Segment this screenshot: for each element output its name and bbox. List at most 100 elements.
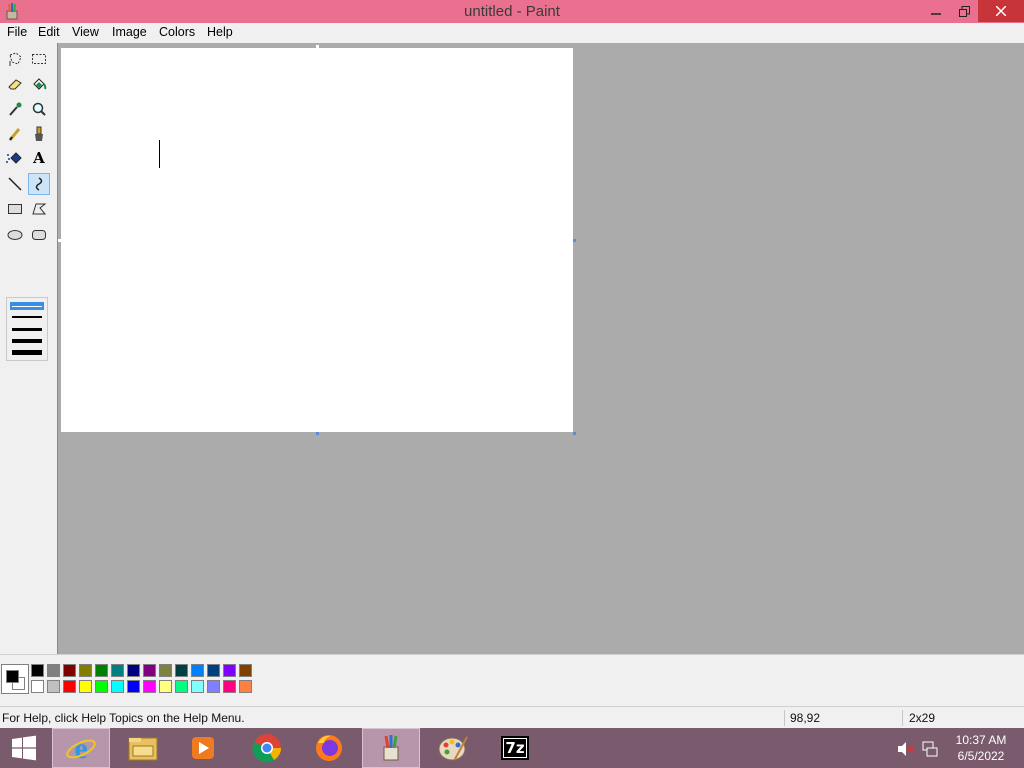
- palette-swatch[interactable]: [47, 680, 60, 693]
- pick-color-icon: [9, 102, 22, 116]
- palette-swatch[interactable]: [111, 664, 124, 677]
- taskbar-paint[interactable]: [362, 728, 420, 768]
- restore-button[interactable]: [950, 0, 978, 22]
- drawing-canvas[interactable]: [61, 48, 573, 432]
- line-width-3[interactable]: [12, 328, 42, 331]
- status-separator: [784, 710, 785, 726]
- palette-swatch[interactable]: [207, 680, 220, 693]
- palette-swatch[interactable]: [95, 664, 108, 677]
- fill-tool[interactable]: [28, 73, 50, 95]
- polygon-tool[interactable]: [28, 198, 50, 220]
- resize-handle-right[interactable]: [573, 239, 576, 242]
- foreground-color-box: [6, 670, 19, 683]
- resize-handle-left: [58, 239, 61, 242]
- palette-swatch[interactable]: [79, 664, 92, 677]
- line-tool[interactable]: [4, 173, 26, 195]
- taskbar-internet-explorer[interactable]: e: [52, 728, 110, 768]
- palette-swatch[interactable]: [79, 680, 92, 693]
- start-icon: [12, 735, 36, 761]
- rectangle-icon: [8, 204, 22, 214]
- fill-icon: [33, 78, 47, 90]
- menu-image[interactable]: Image: [112, 25, 147, 39]
- eraser-icon: [8, 79, 22, 90]
- palette-swatch[interactable]: [143, 664, 156, 677]
- taskbar-file-explorer[interactable]: [114, 728, 172, 768]
- taskbar-chrome[interactable]: [238, 728, 296, 768]
- line-width-4[interactable]: [12, 339, 42, 343]
- paint-icon: [383, 735, 399, 761]
- rounded-rectangle-tool[interactable]: [28, 224, 50, 246]
- ellipse-tool[interactable]: [4, 224, 26, 246]
- clock-date: 6/5/2022: [957, 749, 1005, 763]
- file-explorer-icon: [128, 737, 158, 761]
- palette-swatch[interactable]: [175, 664, 188, 677]
- pick-color-tool[interactable]: [4, 98, 26, 120]
- color-palette-area: [0, 654, 1024, 706]
- taskbar-media-player[interactable]: [174, 728, 232, 768]
- magnifier-tool[interactable]: [28, 98, 50, 120]
- palette-swatch[interactable]: [31, 680, 44, 693]
- palette-swatch[interactable]: [127, 680, 140, 693]
- status-help-text: For Help, click Help Topics on the Help …: [2, 711, 245, 725]
- palette-swatch[interactable]: [63, 664, 76, 677]
- text-cursor: [159, 140, 160, 168]
- current-colors[interactable]: [1, 664, 29, 694]
- 7zip-label: 7z: [504, 739, 526, 757]
- palette-swatch[interactable]: [191, 680, 204, 693]
- palette-swatch[interactable]: [239, 680, 252, 693]
- toolbox: A: [0, 43, 56, 654]
- close-button[interactable]: [978, 0, 1024, 22]
- taskbar-paint-palette-app[interactable]: [424, 728, 482, 768]
- palette-swatch[interactable]: [207, 664, 220, 677]
- minimize-button[interactable]: [922, 0, 950, 22]
- palette-swatch[interactable]: [159, 664, 172, 677]
- palette-swatch[interactable]: [175, 680, 188, 693]
- text-tool[interactable]: A: [28, 147, 50, 169]
- taskbar-7zip[interactable]: 7z: [486, 728, 544, 768]
- palette-swatch[interactable]: [31, 664, 44, 677]
- palette-swatch[interactable]: [111, 680, 124, 693]
- menu-colors[interactable]: Colors: [159, 25, 195, 39]
- curve-tool[interactable]: [28, 173, 50, 195]
- curve-icon: [35, 177, 43, 191]
- palette-swatch[interactable]: [63, 680, 76, 693]
- line-width-5[interactable]: [12, 350, 42, 355]
- network-icon[interactable]: [921, 740, 939, 758]
- start-button[interactable]: [0, 728, 48, 768]
- palette-swatch[interactable]: [239, 664, 252, 677]
- palette-swatch[interactable]: [47, 664, 60, 677]
- palette-swatch[interactable]: [95, 680, 108, 693]
- free-form-select-tool[interactable]: [4, 48, 26, 70]
- palette-swatch[interactable]: [143, 680, 156, 693]
- rectangle-tool[interactable]: [4, 198, 26, 220]
- media-player-icon: [192, 737, 214, 759]
- status-separator: [902, 710, 903, 726]
- palette-swatch[interactable]: [223, 664, 236, 677]
- brush-tool[interactable]: [28, 123, 50, 145]
- line-width-selector: [6, 297, 48, 361]
- airbrush-tool[interactable]: [4, 147, 26, 169]
- text-icon: A: [33, 149, 45, 167]
- taskbar-firefox[interactable]: [300, 728, 358, 768]
- palette-swatch[interactable]: [127, 664, 140, 677]
- palette-swatch[interactable]: [159, 680, 172, 693]
- resize-handle-corner[interactable]: [573, 432, 576, 435]
- free-form-select-icon: [9, 52, 22, 66]
- line-width-1[interactable]: [10, 302, 44, 310]
- magnifier-icon: [32, 102, 46, 116]
- polygon-icon: [32, 203, 47, 215]
- pencil-tool[interactable]: [4, 123, 26, 145]
- palette-swatch[interactable]: [223, 680, 236, 693]
- menu-edit[interactable]: Edit: [38, 25, 60, 39]
- menu-help[interactable]: Help: [207, 25, 233, 39]
- volume-muted-icon[interactable]: [897, 741, 915, 757]
- palette-swatch[interactable]: [191, 664, 204, 677]
- clock[interactable]: 10:37 AM 6/5/2022: [944, 733, 1018, 763]
- menu-file[interactable]: File: [7, 25, 27, 39]
- select-tool[interactable]: [28, 48, 50, 70]
- menu-bar: File Edit View Image Colors Help: [0, 23, 1024, 43]
- line-width-2[interactable]: [12, 316, 42, 318]
- menu-view[interactable]: View: [72, 25, 99, 39]
- resize-handle-bottom[interactable]: [316, 432, 319, 435]
- eraser-tool[interactable]: [4, 73, 26, 95]
